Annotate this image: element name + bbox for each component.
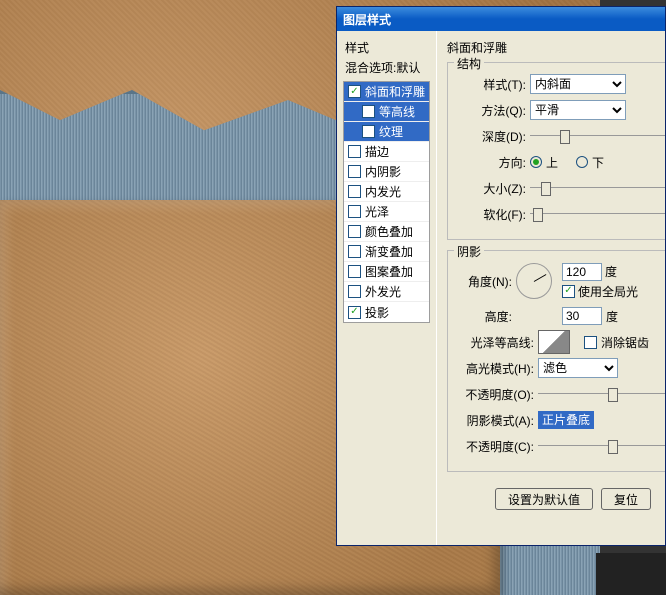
effect-checkbox[interactable] — [348, 245, 361, 258]
dir-down-label: 下 — [592, 154, 604, 171]
altitude-label: 高度: — [456, 308, 512, 325]
shadow-legend: 阴影 — [454, 243, 484, 260]
dir-up-label: 上 — [546, 154, 558, 171]
direction-up-radio[interactable] — [530, 156, 542, 168]
dialog-title: 图层样式 — [343, 11, 391, 28]
effect-checkbox[interactable] — [362, 125, 375, 138]
angle-wheel[interactable] — [516, 263, 552, 299]
global-light-checkbox[interactable] — [562, 285, 575, 298]
soften-slider[interactable] — [530, 205, 665, 223]
set-default-button[interactable]: 设置为默认值 — [495, 488, 593, 510]
effects-list: 斜面和浮雕等高线纹理描边内阴影内发光光泽颜色叠加渐变叠加图案叠加外发光投影 — [343, 81, 430, 323]
effect-item[interactable]: 描边 — [344, 142, 429, 162]
angle-degree: 度 — [605, 263, 617, 280]
blending-options[interactable]: 混合选项:默认 — [343, 59, 430, 77]
effect-item[interactable]: 外发光 — [344, 282, 429, 302]
antialias-checkbox[interactable] — [584, 336, 597, 349]
global-light-label: 使用全局光 — [578, 283, 638, 300]
angle-label: 角度(N): — [456, 273, 512, 290]
depth-label: 深度(D): — [456, 128, 526, 145]
effect-item[interactable]: 投影 — [344, 302, 429, 322]
effect-checkbox[interactable] — [348, 306, 361, 319]
shadow-mode-value[interactable]: 正片叠底 — [538, 411, 594, 429]
styles-header: 样式 — [343, 39, 430, 57]
effect-item[interactable]: 纹理 — [344, 122, 429, 142]
effect-label: 内发光 — [365, 183, 401, 200]
effect-label: 投影 — [365, 304, 389, 321]
depth-slider[interactable] — [530, 127, 665, 145]
structure-legend: 结构 — [454, 55, 484, 72]
gloss-contour-swatch[interactable] — [538, 330, 570, 354]
canvas-dark-strip — [596, 553, 666, 595]
effect-item[interactable]: 内发光 — [344, 182, 429, 202]
opacity2-label: 不透明度(C): — [456, 438, 534, 455]
effect-label: 图案叠加 — [365, 263, 413, 280]
settings-column: 斜面和浮雕 结构 样式(T): 内斜面 方法(Q): 平滑 深度(D): — [437, 31, 665, 545]
size-label: 大小(Z): — [456, 180, 526, 197]
effect-item[interactable]: 光泽 — [344, 202, 429, 222]
effect-checkbox[interactable] — [348, 85, 361, 98]
effect-label: 等高线 — [379, 103, 415, 120]
opacity1-label: 不透明度(O): — [456, 386, 534, 403]
style-label: 样式(T): — [456, 76, 526, 93]
shadow-opacity-slider[interactable] — [538, 437, 665, 455]
button-row: 设置为默认值 复位 — [447, 482, 665, 510]
effect-item[interactable]: 内阴影 — [344, 162, 429, 182]
effect-item[interactable]: 渐变叠加 — [344, 242, 429, 262]
effect-label: 纹理 — [379, 123, 403, 140]
highlight-mode-select[interactable]: 滤色 — [538, 358, 618, 378]
direction-label: 方向: — [456, 154, 526, 171]
altitude-degree: 度 — [606, 308, 618, 325]
settings-title: 斜面和浮雕 — [447, 39, 665, 56]
soften-label: 软化(F): — [456, 206, 526, 223]
method-select[interactable]: 平滑 — [530, 100, 626, 120]
effect-checkbox[interactable] — [362, 105, 375, 118]
highlight-opacity-slider[interactable] — [538, 385, 665, 403]
altitude-field[interactable]: 30 — [562, 307, 602, 325]
effect-item[interactable]: 图案叠加 — [344, 262, 429, 282]
structure-fieldset: 结构 样式(T): 内斜面 方法(Q): 平滑 深度(D): — [447, 62, 665, 240]
effect-label: 光泽 — [365, 203, 389, 220]
effect-checkbox[interactable] — [348, 265, 361, 278]
direction-down-radio[interactable] — [576, 156, 588, 168]
effect-item[interactable]: 斜面和浮雕 — [344, 82, 429, 102]
size-slider[interactable] — [530, 179, 665, 197]
dialog-body: 样式 混合选项:默认 斜面和浮雕等高线纹理描边内阴影内发光光泽颜色叠加渐变叠加图… — [337, 31, 665, 545]
shadow-fieldset: 阴影 角度(N): 120 度 使用全局光 — [447, 250, 665, 472]
effect-label: 内阴影 — [365, 163, 401, 180]
effect-checkbox[interactable] — [348, 205, 361, 218]
effect-checkbox[interactable] — [348, 145, 361, 158]
dialog-titlebar[interactable]: 图层样式 — [337, 7, 665, 31]
layer-style-dialog: 图层样式 样式 混合选项:默认 斜面和浮雕等高线纹理描边内阴影内发光光泽颜色叠加… — [336, 6, 666, 546]
antialias-label: 消除锯齿 — [601, 334, 649, 351]
effect-checkbox[interactable] — [348, 285, 361, 298]
angle-field[interactable]: 120 — [562, 263, 602, 281]
style-select[interactable]: 内斜面 — [530, 74, 626, 94]
reset-button[interactable]: 复位 — [601, 488, 651, 510]
effect-item[interactable]: 等高线 — [344, 102, 429, 122]
gloss-contour-label: 光泽等高线: — [456, 334, 534, 351]
effect-checkbox[interactable] — [348, 165, 361, 178]
styles-column: 样式 混合选项:默认 斜面和浮雕等高线纹理描边内阴影内发光光泽颜色叠加渐变叠加图… — [337, 31, 437, 545]
effect-label: 斜面和浮雕 — [365, 83, 425, 100]
effect-checkbox[interactable] — [348, 185, 361, 198]
shadow-mode-label: 阴影模式(A): — [456, 412, 534, 429]
method-label: 方法(Q): — [456, 102, 526, 119]
effect-label: 描边 — [365, 143, 389, 160]
effect-item[interactable]: 颜色叠加 — [344, 222, 429, 242]
effect-label: 颜色叠加 — [365, 223, 413, 240]
effect-checkbox[interactable] — [348, 225, 361, 238]
highlight-mode-label: 高光模式(H): — [456, 360, 534, 377]
effect-label: 外发光 — [365, 283, 401, 300]
effect-label: 渐变叠加 — [365, 243, 413, 260]
